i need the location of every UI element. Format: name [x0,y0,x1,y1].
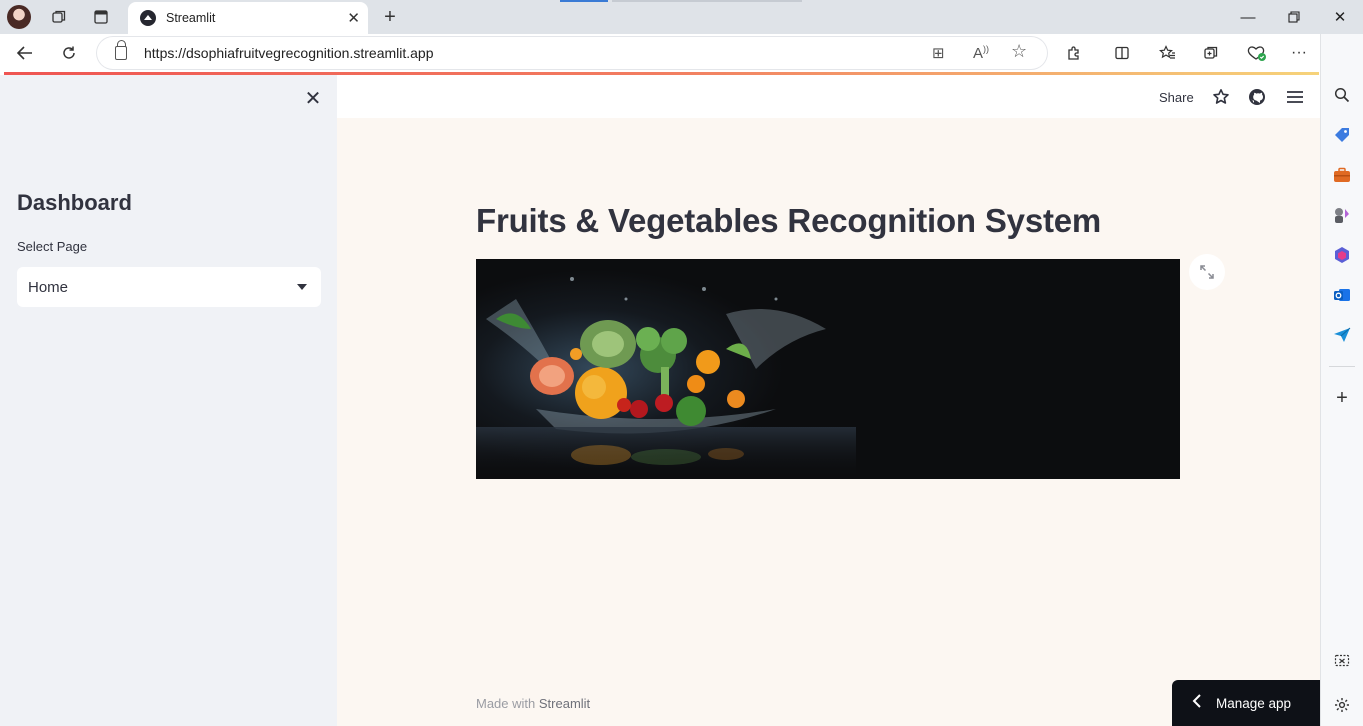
sidebar-title: Dashboard [17,190,132,215]
send-icon[interactable] [1331,324,1353,346]
settings-gear-icon[interactable] [1331,694,1353,716]
page-title: Fruits & Vegetables Recognition System [476,202,1102,239]
tab-strip-indicator [560,0,608,2]
footer-made-with: Made with [476,696,536,711]
search-icon[interactable] [1331,84,1353,106]
collections-icon[interactable] [1197,40,1225,66]
microsoft-365-icon[interactable] [1331,244,1353,266]
read-aloud-icon[interactable]: A)) [973,44,989,62]
extensions-icon[interactable] [1060,40,1088,66]
fullscreen-expand-icon[interactable] [1189,254,1225,290]
url-text[interactable]: https://dsophiafruitvegrecognition.strea… [144,45,434,61]
outlook-icon[interactable] [1331,284,1353,306]
hero-image [476,259,1180,479]
manage-app-button[interactable]: Manage app [1172,680,1320,726]
select-page-label: Select Page [17,239,88,254]
tab-title: Streamlit [166,11,216,25]
lock-icon[interactable] [115,40,127,60]
tab-strip: Streamlit ✕ + — ✕ [0,0,1363,34]
footer-brand-link[interactable]: Streamlit [539,696,590,711]
restore-icon[interactable] [1279,6,1309,28]
github-icon[interactable] [1246,86,1268,108]
streamlit-favicon-icon [140,10,156,26]
active-tab[interactable]: Streamlit ✕ [128,2,368,34]
add-icon[interactable]: + [1331,387,1353,409]
manage-app-label: Manage app [1216,695,1292,711]
chevron-left-icon [1192,694,1202,712]
vegetables-splash-image [476,259,1180,479]
hamburger-menu-icon[interactable] [1284,86,1306,108]
close-window-icon[interactable]: ✕ [1325,6,1355,28]
games-icon[interactable] [1331,204,1353,226]
vertical-tabs-icon[interactable] [88,5,114,29]
screenshot-icon[interactable] [1331,650,1353,672]
star-icon[interactable]: ☆ [1011,41,1027,62]
shopping-tag-icon[interactable] [1331,124,1353,146]
footer: Made with Streamlit [476,696,590,711]
streamlit-header: Share [337,75,1320,118]
chevron-down-icon [297,284,307,290]
new-tab-icon[interactable]: + [377,5,403,29]
page-select[interactable]: Home [17,267,321,307]
browser-essentials-icon[interactable] [1242,40,1270,66]
star-icon[interactable] [1210,86,1232,108]
minimize-icon[interactable]: — [1233,6,1263,28]
tab-strip-indicator-track [612,0,802,2]
more-options-icon[interactable]: ··· [1285,40,1313,66]
address-bar-row: https://dsophiafruitvegrecognition.strea… [0,34,1363,72]
streamlit-main: Fruits & Vegetables Recognition System M… [337,118,1320,726]
refresh-icon[interactable] [55,40,83,66]
workspaces-icon[interactable] [46,5,72,29]
omnibox[interactable]: https://dsophiafruitvegrecognition.strea… [97,37,1047,69]
edge-sidebar: + [1320,34,1363,726]
app-available-icon[interactable]: ⊞ [932,44,945,62]
share-button[interactable]: Share [1159,90,1194,105]
close-sidebar-icon[interactable]: ✕ [302,87,324,110]
favorites-icon[interactable] [1153,40,1181,66]
split-screen-icon[interactable] [1108,40,1136,66]
streamlit-sidebar: ✕ Dashboard Select Page Home [0,75,337,726]
rail-divider [1329,366,1355,367]
close-tab-icon[interactable]: ✕ [347,9,360,27]
tools-briefcase-icon[interactable] [1331,164,1353,186]
page-select-value: Home [28,278,69,296]
back-arrow-icon[interactable] [11,40,39,66]
profile-avatar[interactable] [7,5,31,29]
